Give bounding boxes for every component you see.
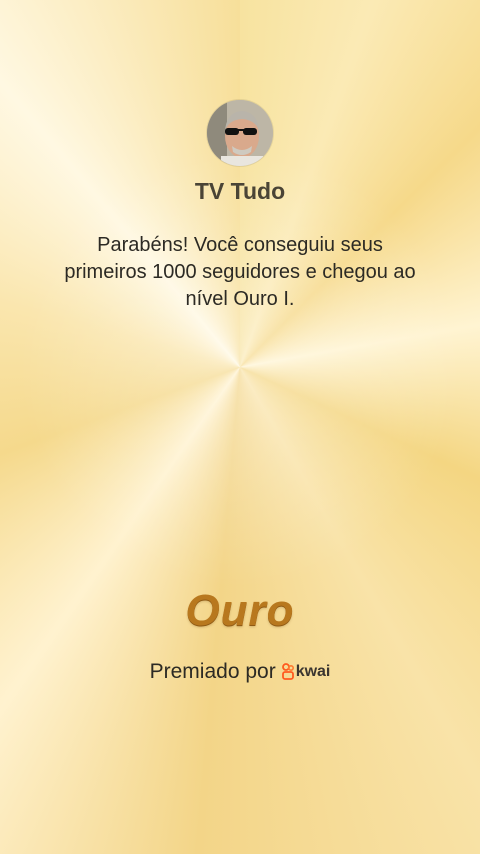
avatar <box>207 100 273 166</box>
level-title: Ouro <box>185 586 295 635</box>
kwai-logo-text: kwai <box>295 663 331 680</box>
awarded-by-label: Premiado por <box>149 660 276 683</box>
avatar-photo-icon <box>207 100 273 166</box>
kwai-brand: kwai <box>281 663 331 681</box>
congratulations-message: Parabéns! Você conseguiu seus primeiros … <box>64 234 416 310</box>
kwai-logo-icon <box>281 663 294 680</box>
profile-name: TV Tudo <box>194 178 286 204</box>
awarded-by-row: Premiado por kwai <box>0 660 480 684</box>
